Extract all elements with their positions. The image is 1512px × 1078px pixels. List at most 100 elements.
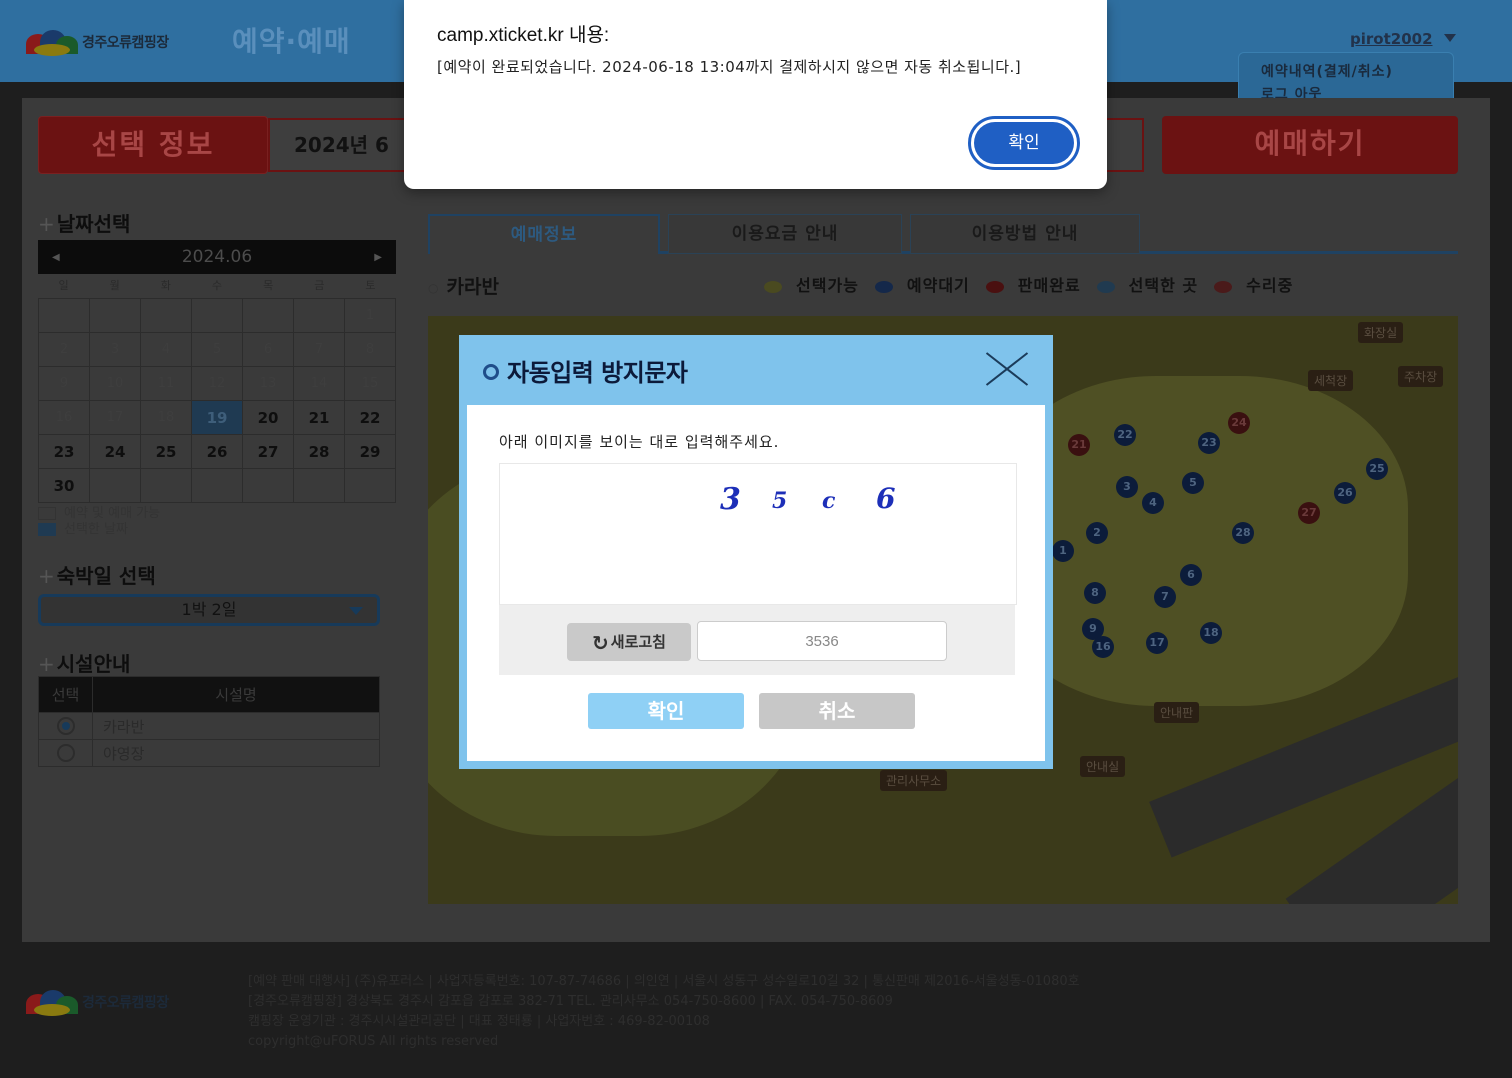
info-tabs: 예매정보 이용요금 안내 이용방법 안내 (428, 214, 1458, 254)
calendar-grid: 1 2 3 4 5 6 7 8 9 10 11 12 13 14 15 16 17 18 19 20 21 22 23 24 2… (38, 298, 396, 503)
table-row[interactable]: 카라반 (38, 712, 380, 740)
calendar-day: 8 (345, 333, 396, 367)
footer-logo-text: 경주오류캠핑장 (82, 995, 169, 1011)
calendar-day[interactable]: 21 (294, 401, 345, 435)
close-icon[interactable] (981, 349, 1031, 389)
table-row[interactable]: 야영장 (38, 739, 380, 767)
map-site-marker[interactable]: 26 (1334, 482, 1356, 504)
captcha-header: 자동입력 방지문자 (459, 335, 1053, 405)
book-button[interactable]: 예매하기 (1162, 116, 1458, 174)
calendar-day[interactable]: 29 (345, 435, 396, 469)
captcha-confirm-button[interactable]: 확인 (588, 693, 744, 729)
legend-available-swatch (38, 507, 56, 520)
map-site-marker[interactable]: 8 (1084, 582, 1106, 604)
map-site-marker[interactable]: 6 (1180, 564, 1202, 586)
calendar-day (90, 469, 141, 503)
tab-booking-info[interactable]: 예매정보 (428, 214, 660, 254)
user-name-link[interactable]: pirot2002 (1350, 30, 1433, 48)
map-site-marker[interactable]: 18 (1200, 622, 1222, 644)
calendar-day: 10 (90, 367, 141, 401)
map-site-marker[interactable]: 17 (1146, 632, 1168, 654)
calendar-day: 12 (192, 367, 243, 401)
refresh-icon: ↻ (592, 630, 609, 655)
nights-select-value: 1박 2일 (181, 600, 237, 619)
nights-section-title: 숙박일 선택 (38, 560, 156, 589)
calendar-day (90, 299, 141, 333)
captcha-input[interactable] (697, 621, 947, 661)
captcha-modal: 자동입력 방지문자 아래 이미지를 보이는 대로 입력해주세요. 3 5 c 6… (459, 335, 1053, 769)
calendar: ◀ 2024.06 ▶ 일월화수목금토 1 2 3 4 5 6 7 8 9 10 11 12 13 14 1… (38, 240, 396, 503)
calendar-day: 15 (345, 367, 396, 401)
alert-ok-button[interactable]: 확인 (968, 116, 1080, 170)
map-site-marker[interactable]: 16 (1092, 636, 1114, 658)
browser-alert-dialog: camp.xticket.kr 내용: [예약이 완료되었습니다. 2024-0… (404, 0, 1107, 189)
map-site-marker[interactable]: 22 (1114, 424, 1136, 446)
legend-selected: 선택한 날짜 (38, 522, 160, 538)
status-legend-label: 수리중 (1246, 276, 1294, 295)
menu-item-reservations[interactable]: 예약내역(결제/취소) (1261, 61, 1431, 84)
status-legend-label: 판매완료 (1017, 276, 1081, 295)
status-legend-item: 예약대기 (874, 272, 970, 296)
map-site-marker[interactable]: 5 (1182, 472, 1204, 494)
calendar-day[interactable]: 27 (243, 435, 294, 469)
map-site-marker[interactable]: 1 (1052, 540, 1074, 562)
map-site-marker[interactable]: 2 (1086, 522, 1108, 544)
status-legend-label: 선택가능 (796, 276, 859, 295)
calendar-day[interactable]: 22 (345, 401, 396, 435)
weekday-label: 화 (160, 279, 171, 292)
weekday-label: 일 (58, 279, 69, 292)
camp-logo-icon (26, 26, 78, 58)
calendar-day: 3 (90, 333, 141, 367)
map-site-marker[interactable]: 25 (1366, 458, 1388, 480)
map-site-marker[interactable]: 27 (1298, 502, 1320, 524)
status-dot-icon (1214, 280, 1233, 293)
legend-selected-swatch (38, 523, 56, 536)
calendar-day[interactable]: 20 (243, 401, 294, 435)
calendar-day[interactable]: 30 (39, 469, 90, 503)
map-label-parking: 주차장 (1398, 366, 1444, 387)
calendar-day: 2 (39, 333, 90, 367)
map-site-marker[interactable]: 28 (1232, 522, 1254, 544)
calendar-day (141, 469, 192, 503)
legend-available: 예약 및 예매 가능 (38, 506, 160, 522)
site-logo[interactable]: 경주오류캠핑장 (26, 26, 169, 58)
calendar-day (39, 299, 90, 333)
calendar-day[interactable]: 26 (192, 435, 243, 469)
map-site-marker[interactable]: 24 (1228, 412, 1250, 434)
next-month-icon[interactable]: ▶ (374, 252, 382, 263)
nights-select[interactable]: 1박 2일 (38, 594, 380, 626)
facility-col-name: 시설명 (92, 676, 380, 713)
map-site-marker[interactable]: 21 (1068, 434, 1090, 456)
calendar-weekdays: 일월화수목금토 (38, 274, 396, 298)
calendar-day[interactable]: 28 (294, 435, 345, 469)
map-site-marker[interactable]: 4 (1142, 492, 1164, 514)
tab-usage-guide[interactable]: 이용방법 안내 (910, 214, 1140, 254)
captcha-image: 3 5 c 6 (499, 463, 1017, 605)
user-menu-caret-icon[interactable] (1444, 34, 1456, 42)
calendar-day: 18 (141, 401, 192, 435)
prev-month-icon[interactable]: ◀ (52, 252, 60, 263)
captcha-title: 자동입력 방지문자 (483, 353, 688, 388)
map-site-marker[interactable]: 23 (1198, 432, 1220, 454)
weekday-label: 금 (314, 279, 325, 292)
calendar-day (243, 469, 294, 503)
calendar-day[interactable]: 25 (141, 435, 192, 469)
map-site-marker[interactable]: 3 (1116, 476, 1138, 498)
alert-ok-label: 확인 (974, 122, 1074, 164)
status-legend-item: 수리중 (1214, 272, 1293, 296)
facility-radio-caravan[interactable] (56, 717, 75, 736)
calendar-day (294, 299, 345, 333)
calendar-day (345, 469, 396, 503)
footer-line: copyright@uFORUS All rights reserved (248, 1034, 499, 1049)
status-dot-icon (764, 280, 782, 293)
facility-col-select: 선택 (38, 676, 93, 713)
calendar-day: 16 (39, 401, 90, 435)
tab-fee-guide[interactable]: 이용요금 안내 (668, 214, 902, 254)
refresh-button[interactable]: ↻ 새로고침 (567, 623, 691, 661)
map-site-marker[interactable]: 7 (1154, 586, 1176, 608)
calendar-day[interactable]: 23 (39, 435, 90, 469)
captcha-cancel-button[interactable]: 취소 (759, 693, 915, 729)
calendar-day[interactable]: 19 (192, 401, 243, 435)
facility-radio-campsite[interactable] (56, 744, 75, 763)
calendar-day[interactable]: 24 (90, 435, 141, 469)
